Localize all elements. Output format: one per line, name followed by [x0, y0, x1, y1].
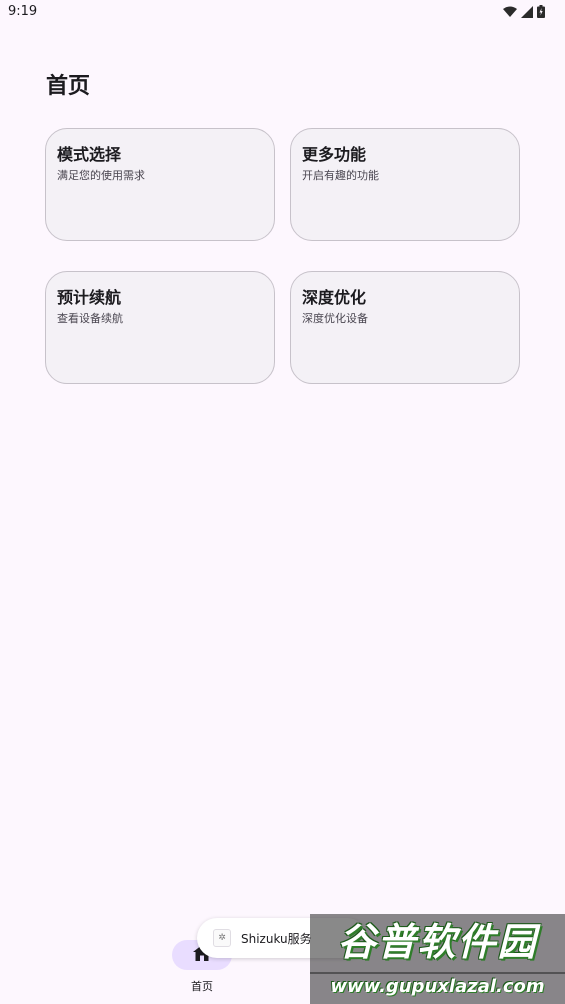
shizuku-app-icon: ✲: [213, 929, 231, 947]
nav-label-home: 首页: [191, 980, 213, 993]
card-title: 深度优化: [302, 288, 367, 307]
status-bar: 9:19: [0, 0, 565, 24]
card-title: 模式选择: [57, 145, 122, 164]
card-title: 预计续航: [57, 288, 122, 307]
card-subtitle: 满足您的使用需求: [57, 169, 145, 182]
wifi-icon: [503, 6, 517, 18]
signal-icon: [521, 5, 533, 18]
card-mode-select[interactable]: 模式选择 满足您的使用需求: [45, 128, 275, 241]
card-more-features[interactable]: 更多功能 开启有趣的功能: [290, 128, 520, 241]
watermark-title: 谷普软件园: [310, 914, 565, 974]
watermark-url: www.gupuxlazal.com: [310, 972, 565, 1004]
card-battery-estimate[interactable]: 预计续航 查看设备续航: [45, 271, 275, 384]
card-title: 更多功能: [302, 145, 367, 164]
card-subtitle: 开启有趣的功能: [302, 169, 379, 182]
toast-message: Shizuku服务: [241, 931, 312, 946]
status-time: 9:19: [8, 4, 38, 19]
watermark-logo: 谷普软件园 www.gupuxlazal.com: [310, 914, 565, 1004]
page-title: 首页: [46, 74, 91, 99]
card-subtitle: 深度优化设备: [302, 312, 368, 325]
card-subtitle: 查看设备续航: [57, 312, 123, 325]
card-deep-optimize[interactable]: 深度优化 深度优化设备: [290, 271, 520, 384]
screen: 9:19 首页 模式选择 满足您的使用需求 更多功能 开启有趣的功能 预计续航 …: [0, 0, 565, 1004]
status-icons: [503, 5, 545, 18]
battery-icon: [537, 5, 545, 18]
